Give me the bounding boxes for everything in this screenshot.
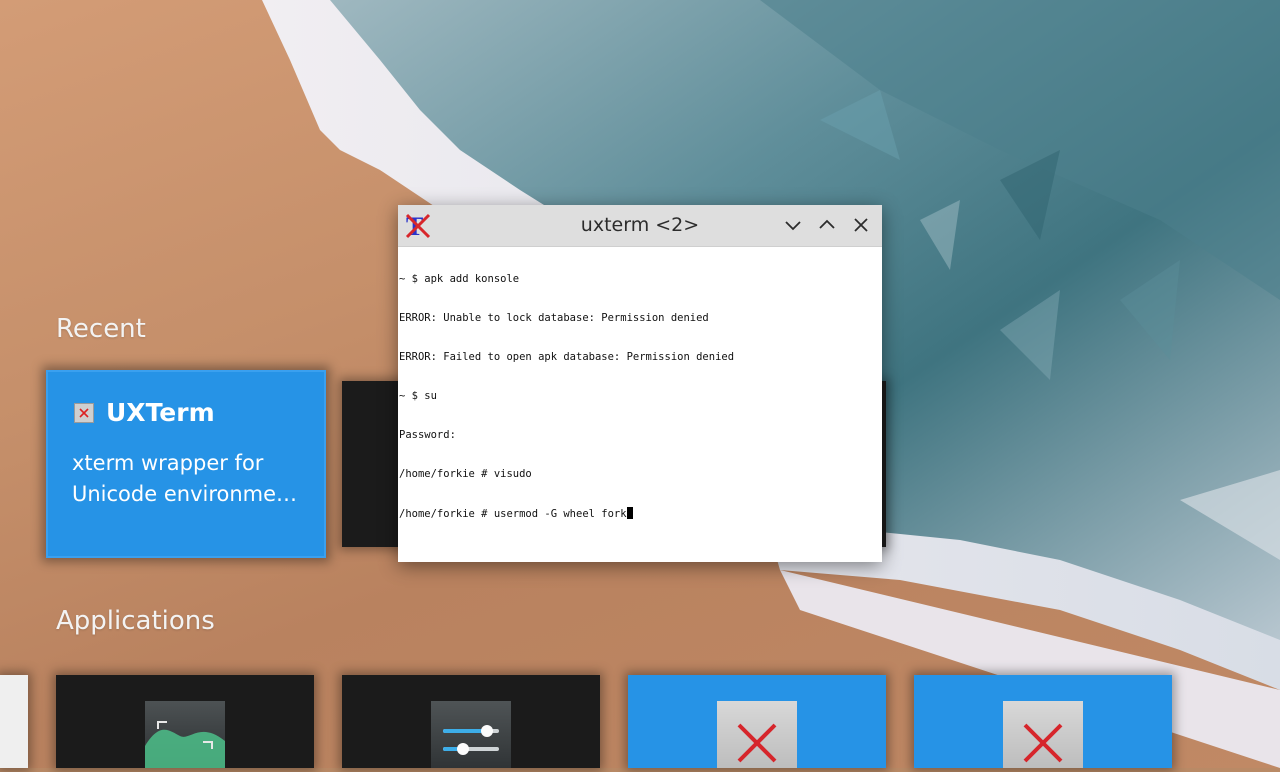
recent-card-description: xterm wrapper for Unicode environme… (72, 451, 298, 506)
settings-sliders-icon (431, 701, 511, 768)
system-monitor-icon (145, 701, 225, 768)
app-card-partial[interactable] (0, 675, 28, 768)
app-card-system-monitor[interactable] (56, 675, 314, 768)
maximize-icon[interactable] (816, 214, 838, 236)
recent-card-title: UXTerm (106, 398, 215, 427)
uxterm-window[interactable]: T uxterm <2> ~ $ apk add konsole ERROR: … (398, 205, 882, 562)
broken-image-icon (74, 402, 94, 423)
minimize-icon[interactable] (782, 214, 804, 236)
terminal-line: /home/forkie # visudo (399, 468, 532, 480)
terminal-cursor (626, 507, 633, 519)
close-icon[interactable] (850, 214, 872, 236)
terminal-line: ERROR: Failed to open apk database: Perm… (399, 351, 735, 363)
app-card-broken-1[interactable] (628, 675, 886, 768)
broken-image-icon (1003, 701, 1083, 768)
window-titlebar[interactable]: T uxterm <2> (398, 205, 882, 247)
recent-heading: Recent (56, 314, 146, 344)
recent-card-uxterm[interactable]: UXTerm xterm wrapper for Unicode environ… (46, 370, 326, 558)
terminal-line: ERROR: Unable to lock database: Permissi… (399, 312, 709, 324)
terminal-command-input[interactable]: /home/forkie # usermod -G wheel fork (399, 508, 627, 520)
app-card-broken-2[interactable] (914, 675, 1172, 768)
terminal-line: ~ $ apk add konsole (399, 273, 520, 285)
window-title: uxterm <2> (580, 214, 700, 236)
terminal-output[interactable]: ~ $ apk add konsole ERROR: Unable to loc… (399, 247, 882, 562)
broken-image-icon (717, 701, 797, 768)
app-card-settings[interactable] (342, 675, 600, 768)
terminal-line: Password: (399, 429, 456, 441)
terminal-current-line[interactable]: /home/forkie # usermod -G wheel fork (399, 507, 882, 520)
applications-heading: Applications (56, 606, 215, 636)
terminal-line: ~ $ su (399, 390, 437, 402)
